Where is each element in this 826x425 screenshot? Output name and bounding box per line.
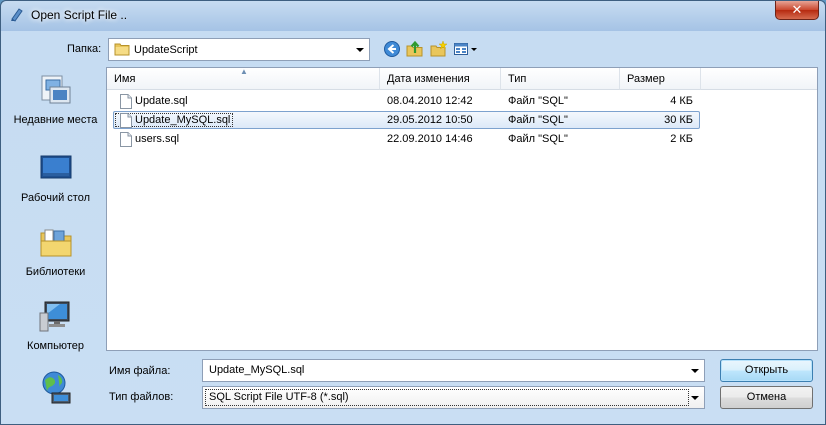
place-label: Рабочий стол	[20, 192, 91, 204]
file-type: Файл "SQL"	[508, 114, 568, 126]
document-icon	[120, 94, 132, 109]
column-label: Размер	[627, 73, 665, 85]
file-size: 2 КБ	[670, 133, 693, 145]
window-title: Open Script File ..	[31, 8, 128, 22]
sort-ascending-icon: ▲	[240, 67, 248, 76]
chevron-down-icon[interactable]	[691, 369, 699, 373]
place-libraries[interactable]: Библиотеки	[9, 225, 102, 280]
filename-label: Имя файла:	[109, 365, 171, 377]
back-icon[interactable]	[383, 40, 401, 58]
cancel-button[interactable]: Отмена	[720, 386, 813, 409]
column-header-name[interactable]: Имя ▲	[107, 68, 380, 90]
chevron-down-icon[interactable]	[356, 48, 364, 52]
place-computer[interactable]: Компьютер	[9, 299, 102, 354]
new-folder-icon[interactable]	[430, 40, 448, 58]
file-date: 22.09.2010 14:46	[387, 133, 473, 145]
up-folder-icon[interactable]	[406, 40, 424, 58]
list-item[interactable]: Update.sql 08.04.2010 12:42 Файл "SQL" 4…	[107, 92, 817, 110]
folder-icon	[114, 43, 130, 56]
file-size: 4 КБ	[670, 95, 693, 107]
document-icon	[120, 132, 132, 147]
libraries-icon	[40, 229, 71, 257]
chevron-down-icon[interactable]	[691, 396, 699, 400]
script-file-icon	[11, 8, 23, 22]
column-label: Имя	[114, 73, 136, 85]
file-name: Update.sql	[135, 95, 188, 107]
open-file-dialog: Open Script File .. ✕ Папка: UpdateScrip…	[0, 0, 826, 425]
file-name: users.sql	[135, 133, 180, 145]
column-header-date[interactable]: Дата изменения	[380, 68, 501, 90]
open-button-label: Открыть	[744, 364, 789, 376]
file-date: 08.04.2010 12:42	[387, 95, 473, 107]
recent-places-icon	[41, 75, 70, 104]
file-type: Файл "SQL"	[508, 133, 568, 145]
column-header-size[interactable]: Размер	[620, 68, 701, 90]
open-button[interactable]: Открыть	[720, 359, 813, 382]
file-type: Файл "SQL"	[508, 95, 568, 107]
list-item[interactable]: users.sql 22.09.2010 14:46 Файл "SQL" 2 …	[107, 130, 817, 148]
place-desktop[interactable]: Рабочий стол	[9, 151, 102, 206]
folder-label: Папка:	[67, 43, 102, 55]
place-label: Недавние места	[13, 114, 98, 126]
cancel-button-label: Отмена	[746, 391, 787, 403]
desktop-icon	[40, 155, 71, 179]
column-label: Тип	[508, 73, 527, 85]
filename-input[interactable]: Update_MySQL.sql	[202, 359, 705, 382]
filetype-select[interactable]: SQL Script File UTF-8 (*.sql)	[202, 386, 705, 409]
network-icon	[42, 371, 70, 404]
title-bar[interactable]: Open Script File .. ✕	[1, 1, 825, 31]
column-label: Дата изменения	[387, 73, 470, 85]
file-size: 30 КБ	[664, 114, 693, 126]
list-item-selected[interactable]: Update_MySQL.sql 29.05.2012 10:50 Файл "…	[107, 111, 817, 129]
place-recent[interactable]: Недавние места	[9, 73, 102, 128]
computer-icon	[39, 301, 69, 332]
filetype-label: Тип файлов:	[109, 391, 174, 403]
filetype-value: SQL Script File UTF-8 (*.sql)	[209, 391, 349, 403]
views-menu-icon[interactable]	[453, 40, 479, 58]
column-header-type[interactable]: Тип	[501, 68, 620, 90]
folder-value: UpdateScript	[134, 44, 198, 56]
filename-value: Update_MySQL.sql	[209, 364, 305, 376]
file-list[interactable]: Имя ▲ Дата изменения Тип Размер Update.s…	[106, 67, 818, 351]
place-network[interactable]	[9, 369, 102, 409]
places-bar: Недавние места Рабочий стол Библиотеки К…	[9, 67, 102, 417]
column-header-empty	[701, 68, 817, 90]
file-date: 29.05.2012 10:50	[387, 114, 473, 126]
filetype-focus: SQL Script File UTF-8 (*.sql)	[205, 389, 689, 406]
place-label: Компьютер	[27, 340, 84, 352]
document-icon	[120, 113, 132, 128]
close-button[interactable]: ✕	[775, 1, 819, 20]
folder-combo[interactable]: UpdateScript	[108, 38, 370, 61]
list-header: Имя ▲ Дата изменения Тип Размер	[107, 68, 817, 90]
place-label: Библиотеки	[25, 266, 86, 278]
file-name: Update_MySQL.sql	[135, 114, 231, 126]
